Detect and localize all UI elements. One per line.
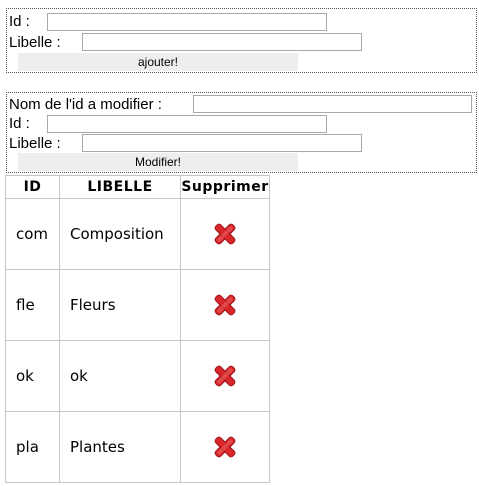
table-header-row: ID LIBELLE Supprimer (5, 175, 270, 199)
table-row: fle Fleurs (5, 269, 270, 341)
delete-icon[interactable] (212, 363, 238, 389)
add-button[interactable]: ajouter! (18, 53, 298, 71)
header-id: ID (5, 175, 60, 199)
table-row: com Composition (5, 198, 270, 270)
table-row: pla Plantes (5, 411, 270, 483)
cell-libelle: Composition (59, 198, 181, 270)
header-libelle: LIBELLE (59, 175, 181, 199)
cell-libelle: Fleurs (59, 269, 181, 341)
modify-button[interactable]: Modifier! (18, 153, 298, 171)
delete-icon[interactable] (212, 292, 238, 318)
cell-id: ok (5, 340, 60, 412)
modify-target-input[interactable] (193, 95, 472, 113)
add-libelle-input[interactable] (82, 33, 362, 51)
libelle-table: ID LIBELLE Supprimer com Composition fle… (5, 175, 270, 483)
cell-delete (180, 340, 270, 412)
add-libelle-label: Libelle : (9, 34, 61, 51)
cell-id: pla (5, 411, 60, 483)
delete-icon[interactable] (212, 434, 238, 460)
cell-id: fle (5, 269, 60, 341)
modify-form: Nom de l'id a modifier : Id : Libelle : … (6, 92, 477, 173)
modify-id-label: Id : (9, 115, 30, 132)
cell-delete (180, 269, 270, 341)
cell-libelle: Plantes (59, 411, 181, 483)
cell-id: com (5, 198, 60, 270)
cell-delete (180, 411, 270, 483)
add-id-label: Id : (9, 13, 30, 30)
modify-target-label: Nom de l'id a modifier : (9, 96, 162, 113)
modify-libelle-input[interactable] (82, 134, 362, 152)
table-row: ok ok (5, 340, 270, 412)
cell-libelle: ok (59, 340, 181, 412)
modify-libelle-label: Libelle : (9, 135, 61, 152)
add-id-input[interactable] (47, 13, 327, 31)
add-form: Id : Libelle : ajouter! (6, 8, 477, 73)
header-supprimer: Supprimer (180, 175, 270, 199)
cell-delete (180, 198, 270, 270)
modify-id-input[interactable] (47, 115, 327, 133)
delete-icon[interactable] (212, 221, 238, 247)
